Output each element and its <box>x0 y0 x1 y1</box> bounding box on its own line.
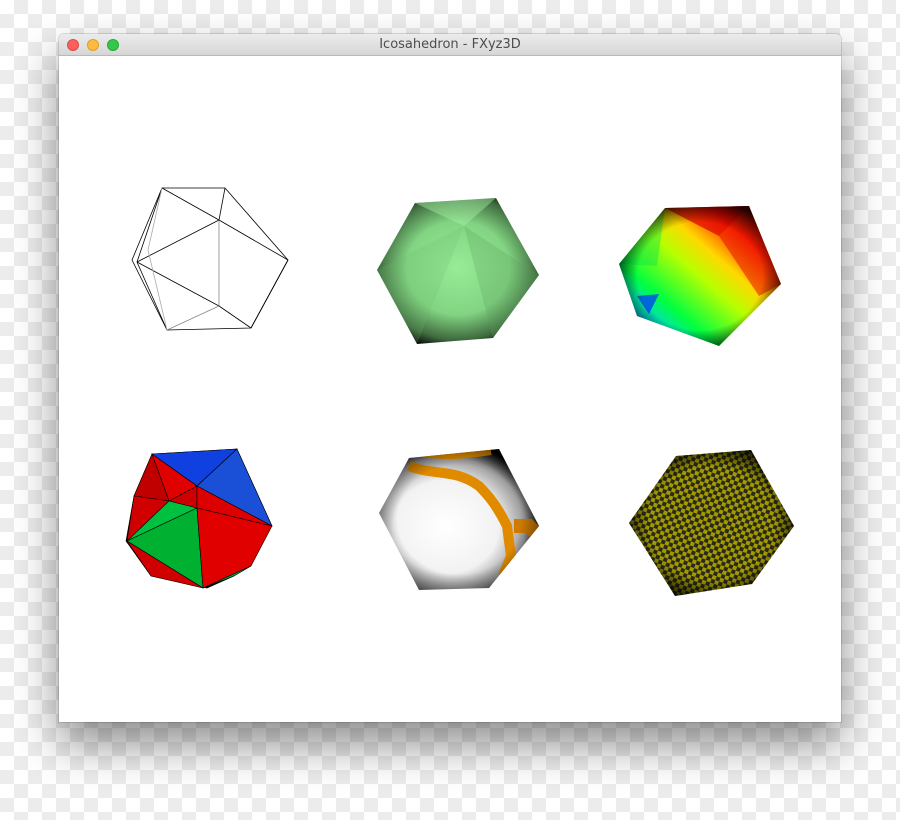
wireframe-icosahedron[interactable] <box>131 187 289 331</box>
pattern-textured-icosahedron[interactable] <box>629 450 794 596</box>
scene-canvas[interactable] <box>59 56 841 722</box>
app-window: Icosahedron - FXyz3D <box>59 34 841 722</box>
image-textured-icosahedron[interactable] <box>379 449 539 590</box>
color-gradient-icosahedron[interactable] <box>619 206 781 346</box>
3d-viewport[interactable] <box>59 56 841 722</box>
window-title: Icosahedron - FXyz3D <box>379 37 521 52</box>
faces-colored-icosahedron[interactable] <box>125 448 273 589</box>
solid-green-icosahedron[interactable] <box>377 198 539 344</box>
window-titlebar[interactable]: Icosahedron - FXyz3D <box>59 34 841 56</box>
